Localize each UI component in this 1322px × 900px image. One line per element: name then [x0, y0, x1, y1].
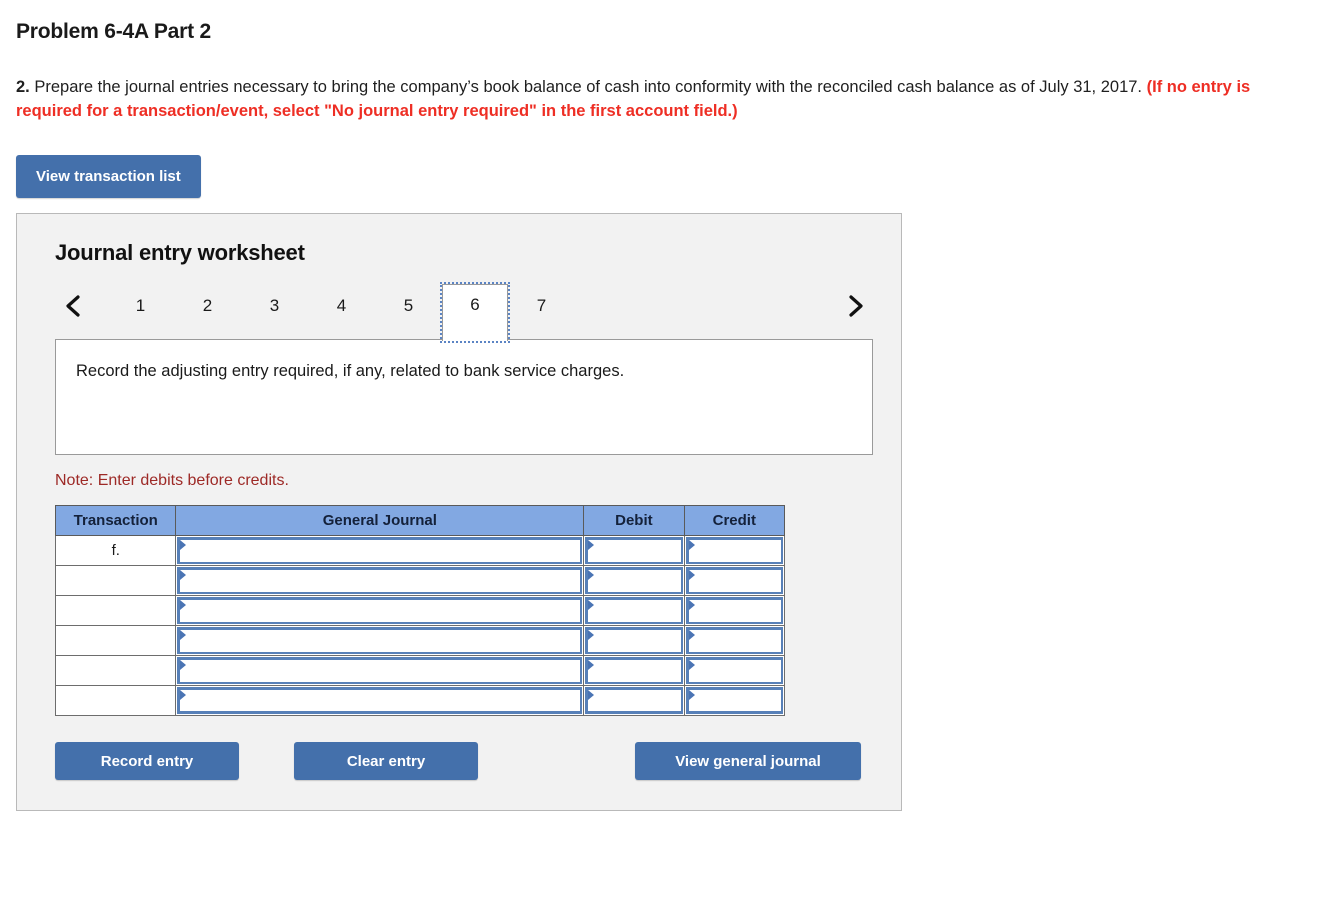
column-header-general-journal: General Journal	[175, 505, 585, 536]
column-header-debit: Debit	[583, 505, 685, 536]
dropdown-triangle-icon	[588, 600, 595, 610]
worksheet-tab-3[interactable]: 3	[241, 284, 308, 328]
debit-input-1[interactable]	[585, 537, 683, 564]
view-general-journal-button[interactable]: View general journal	[635, 742, 861, 780]
column-header-credit: Credit	[683, 505, 786, 536]
dropdown-triangle-icon	[588, 690, 595, 700]
instruction-number: 2.	[16, 78, 30, 96]
debit-cell[interactable]	[583, 535, 685, 566]
dropdown-triangle-icon	[180, 600, 187, 610]
column-header-transaction: Transaction	[54, 505, 177, 536]
dropdown-triangle-icon	[588, 540, 595, 550]
account-select-1[interactable]	[177, 537, 583, 564]
worksheet-tab-4[interactable]: 4	[308, 284, 375, 328]
credit-cell[interactable]	[683, 685, 786, 716]
dropdown-triangle-icon	[688, 570, 695, 580]
debit-cell[interactable]	[583, 595, 685, 626]
credit-cell[interactable]	[683, 595, 786, 626]
credit-input-1[interactable]	[685, 537, 783, 564]
dropdown-triangle-icon	[588, 570, 595, 580]
general-journal-cell[interactable]	[175, 565, 585, 596]
dropdown-triangle-icon	[688, 660, 695, 670]
journal-entry-table: Transaction General Journal Debit Credit…	[54, 505, 786, 716]
account-select-2[interactable]	[177, 567, 583, 594]
debit-cell[interactable]	[583, 565, 685, 596]
dropdown-triangle-icon	[180, 660, 187, 670]
instruction-text: Prepare the journal entries necessary to…	[29, 78, 1147, 96]
entry-description-box: Record the adjusting entry required, if …	[55, 339, 873, 455]
table-row	[54, 565, 786, 596]
debit-input-6[interactable]	[585, 687, 683, 714]
transaction-label-cell	[54, 625, 177, 656]
debit-cell[interactable]	[583, 655, 685, 686]
worksheet-tab-7[interactable]: 7	[508, 284, 575, 328]
dropdown-triangle-icon	[588, 630, 595, 640]
general-journal-cell[interactable]	[175, 595, 585, 626]
worksheet-title: Journal entry worksheet	[55, 240, 305, 265]
debit-input-4[interactable]	[585, 627, 683, 654]
general-journal-cell[interactable]	[175, 685, 585, 716]
credit-cell[interactable]	[683, 655, 786, 686]
credit-input-4[interactable]	[685, 627, 783, 654]
table-row: f.	[54, 535, 786, 566]
credit-input-2[interactable]	[685, 567, 783, 594]
credit-input-6[interactable]	[685, 687, 783, 714]
debit-input-5[interactable]	[585, 657, 683, 684]
dropdown-triangle-icon	[180, 570, 187, 580]
worksheet-tab-2[interactable]: 2	[174, 284, 241, 328]
journal-entry-worksheet-panel: Journal entry worksheet 1 2 3 4 5 6 7 Re…	[16, 213, 902, 811]
record-entry-button[interactable]: Record entry	[55, 742, 239, 780]
page-title: Problem 6-4A Part 2	[16, 20, 211, 43]
general-journal-cell[interactable]	[175, 625, 585, 656]
problem-page: Problem 6-4A Part 2 2. Prepare the journ…	[0, 0, 1322, 900]
table-row	[54, 685, 786, 716]
worksheet-tabstrip: 1 2 3 4 5 6 7	[55, 282, 873, 343]
credit-input-5[interactable]	[685, 657, 783, 684]
dropdown-triangle-icon	[588, 660, 595, 670]
account-select-3[interactable]	[177, 597, 583, 624]
instructions-paragraph: 2. Prepare the journal entries necessary…	[16, 75, 1284, 123]
account-select-5[interactable]	[177, 657, 583, 684]
table-row	[54, 655, 786, 686]
table-header-row: Transaction General Journal Debit Credit	[54, 505, 786, 536]
debit-cell[interactable]	[583, 625, 685, 656]
dropdown-triangle-icon	[688, 630, 695, 640]
dropdown-triangle-icon	[688, 540, 695, 550]
chevron-right-icon[interactable]	[837, 284, 873, 328]
table-row	[54, 595, 786, 626]
dropdown-triangle-icon	[180, 690, 187, 700]
view-transaction-list-button[interactable]: View transaction list	[16, 155, 201, 198]
debit-input-3[interactable]	[585, 597, 683, 624]
transaction-label-cell	[54, 565, 177, 596]
worksheet-tab-6[interactable]: 6	[440, 282, 510, 343]
chevron-left-icon[interactable]	[55, 284, 91, 328]
worksheet-footer-buttons: Record entry Clear entry View general jo…	[55, 742, 865, 780]
credit-cell[interactable]	[683, 625, 786, 656]
credit-input-3[interactable]	[685, 597, 783, 624]
clear-entry-button[interactable]: Clear entry	[294, 742, 478, 780]
debits-before-credits-note: Note: Enter debits before credits.	[55, 472, 289, 489]
account-select-4[interactable]	[177, 627, 583, 654]
worksheet-tab-1[interactable]: 1	[107, 284, 174, 328]
general-journal-cell[interactable]	[175, 655, 585, 686]
transaction-label-cell: f.	[54, 535, 177, 566]
debit-cell[interactable]	[583, 685, 685, 716]
transaction-label-cell	[54, 655, 177, 686]
account-select-6[interactable]	[177, 687, 583, 714]
worksheet-tab-5[interactable]: 5	[375, 284, 442, 328]
table-row	[54, 625, 786, 656]
debit-input-2[interactable]	[585, 567, 683, 594]
transaction-label-cell	[54, 685, 177, 716]
worksheet-tabs: 1 2 3 4 5 6 7	[107, 282, 837, 343]
transaction-label-cell	[54, 595, 177, 626]
dropdown-triangle-icon	[688, 600, 695, 610]
credit-cell[interactable]	[683, 565, 786, 596]
dropdown-triangle-icon	[180, 540, 187, 550]
general-journal-cell[interactable]	[175, 535, 585, 566]
dropdown-triangle-icon	[180, 630, 187, 640]
dropdown-triangle-icon	[688, 690, 695, 700]
credit-cell[interactable]	[683, 535, 786, 566]
